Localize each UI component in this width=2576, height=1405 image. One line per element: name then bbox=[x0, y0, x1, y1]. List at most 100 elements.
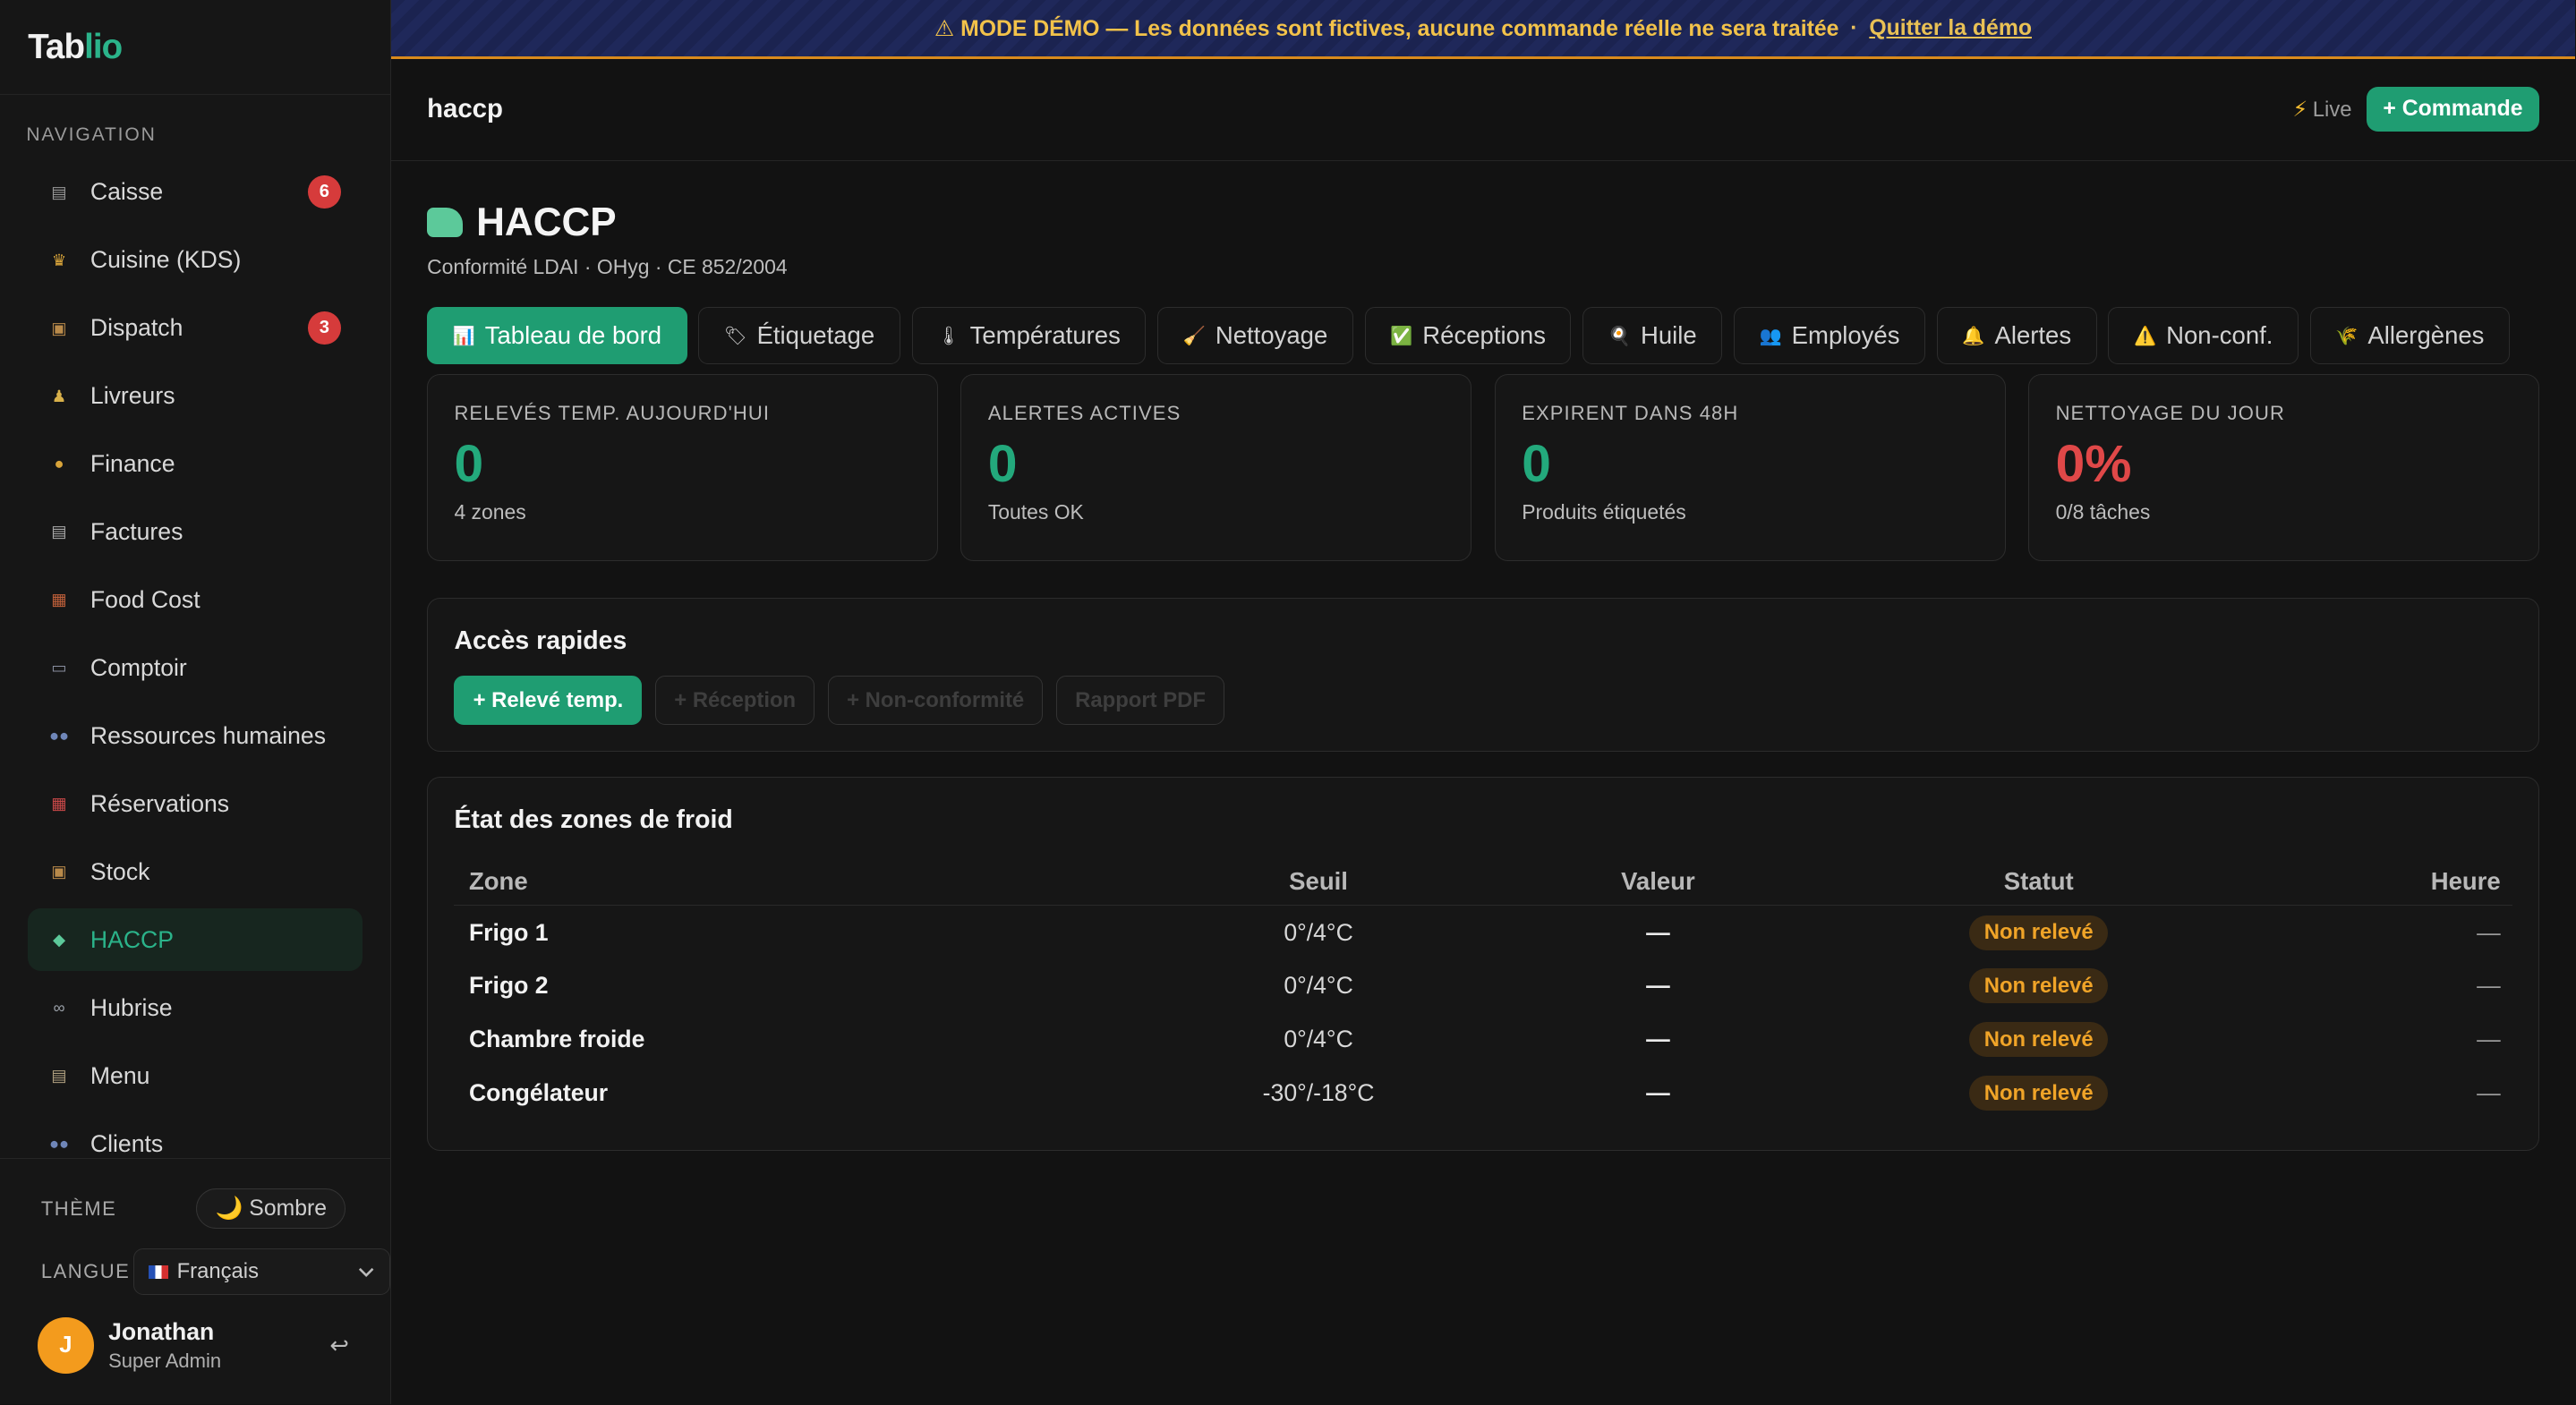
zone-time: — bbox=[2477, 1079, 2501, 1107]
zone-threshold: 0°/4°C bbox=[1284, 918, 1353, 946]
register-icon: ▤ bbox=[51, 182, 67, 201]
new-nonconformity-button[interactable]: + Non-conformité bbox=[827, 676, 1044, 726]
tab-allergenes[interactable]: 🌾 Allergènes bbox=[2309, 307, 2510, 365]
stat-value: 0 bbox=[987, 434, 1018, 493]
table-row: Frigo 2 0°/4°C — Non relevé — bbox=[454, 959, 2512, 1013]
avatar: J bbox=[38, 1317, 94, 1374]
zone-time: — bbox=[2477, 918, 2501, 946]
zone-threshold: 0°/4°C bbox=[1284, 1026, 1353, 1053]
sidebar-item-r-servations[interactable]: ▦ Réservations bbox=[28, 772, 362, 835]
clipboard-icon: ▤ bbox=[51, 1066, 67, 1086]
sidebar-item-stock[interactable]: ▣ Stock bbox=[28, 840, 362, 903]
tab-employes[interactable]: 👥 Employés bbox=[1734, 307, 1925, 365]
column-header-zone: Zone bbox=[454, 857, 1196, 907]
stats-cards: Relevés temp. aujourd'hui 0 4 zones Alertes… bbox=[427, 374, 2539, 562]
tab-icon: 📊 bbox=[452, 326, 475, 346]
tab-nettoyage[interactable]: 🧹 Nettoyage bbox=[1157, 307, 1353, 365]
tab-icon: 🏷 bbox=[723, 326, 747, 346]
banner-separator: · bbox=[1850, 15, 1858, 40]
sidebar-item-menu[interactable]: ▤ Menu bbox=[28, 1044, 362, 1107]
logo-main-text: Tab bbox=[28, 27, 85, 66]
zone-value: — bbox=[1646, 1026, 1670, 1053]
tab-huile[interactable]: 🍳 Huile bbox=[1582, 307, 1723, 365]
stat-subtext: 4 zones bbox=[454, 500, 526, 524]
language-select[interactable]: Français bbox=[132, 1248, 390, 1295]
sidebar-item-label: Comptoir bbox=[90, 653, 187, 681]
stat-value: 0 bbox=[454, 434, 484, 493]
zone-name: Frigo 2 bbox=[468, 972, 549, 1000]
zone-value: — bbox=[1646, 972, 1670, 1000]
quit-demo-link[interactable]: Quitter la démo bbox=[1869, 16, 2032, 41]
stat-card: Alertes actives 0 Toutes OK bbox=[960, 374, 1472, 562]
logo-accent-text: lio bbox=[84, 27, 123, 66]
tab-icon: 👥 bbox=[1759, 326, 1782, 346]
sidebar-item-ressources-humaines[interactable]: ●● Ressources humaines bbox=[28, 704, 362, 767]
stat-label: Alertes actives bbox=[987, 401, 1181, 424]
people-icon: ●● bbox=[48, 1134, 70, 1154]
sidebar-item-food-cost[interactable]: ▦ Food Cost bbox=[28, 569, 362, 632]
tab-label: Alertes bbox=[1994, 321, 2072, 350]
tab-label: Réceptions bbox=[1422, 321, 1546, 350]
tab-icon: 🍳 bbox=[1608, 326, 1631, 346]
table-header-row: Zone Seuil Valeur Statut Heure bbox=[454, 857, 2512, 907]
tab-alertes[interactable]: 🔔 Alertes bbox=[1936, 307, 2097, 365]
tab-receptions[interactable]: ✅ Réceptions bbox=[1364, 307, 1572, 365]
sidebar-item-factures[interactable]: ▤ Factures bbox=[28, 501, 362, 564]
table-row: Congélateur -30°/-18°C — Non relevé — bbox=[454, 1067, 2512, 1120]
chevron-down-icon bbox=[358, 1267, 374, 1277]
demo-banner-text: ⚠ MODE DÉMO — Les données sont fictives,… bbox=[934, 16, 1839, 41]
stat-subtext: 0/8 tâches bbox=[2055, 500, 2151, 524]
tab-label: Non-conf. bbox=[2166, 321, 2273, 350]
sidebar-item-comptoir[interactable]: ▭ Comptoir bbox=[28, 636, 362, 699]
sidebar-item-label: Factures bbox=[90, 517, 183, 545]
cold-zones-title: État des zones de froid bbox=[454, 805, 733, 834]
tab-non-conf[interactable]: ⚠️ Non-conf. bbox=[2108, 307, 2299, 365]
user-name: Jonathan bbox=[108, 1318, 215, 1346]
sidebar-item-caisse[interactable]: ▤ Caisse 6 bbox=[28, 161, 362, 224]
new-temperature-reading-button[interactable]: + Relevé temp. bbox=[454, 676, 643, 726]
tab-etiquetage[interactable]: 🏷 Étiquetage bbox=[698, 307, 900, 365]
page-slug: haccp bbox=[427, 94, 503, 124]
tab-icon: ⚠️ bbox=[2134, 326, 2157, 346]
live-indicator[interactable]: ⚡ Live bbox=[2293, 97, 2352, 123]
theme-label: THÈME bbox=[40, 1196, 117, 1220]
cold-zones-table: Zone Seuil Valeur Statut Heure Frigo 1 0°… bbox=[454, 857, 2512, 1120]
stat-card: Expirent dans 48h 0 Produits étiquetés bbox=[1494, 374, 2006, 562]
theme-toggle-button[interactable]: 🌙 Sombre bbox=[196, 1188, 346, 1230]
sidebar-item-label: Ressources humaines bbox=[90, 721, 327, 749]
logo[interactable]: Tablio bbox=[0, 0, 390, 96]
tab-temperatures[interactable]: 🌡 Températures bbox=[911, 307, 1147, 365]
sidebar-item-hubrise[interactable]: ∞ Hubrise bbox=[28, 976, 362, 1039]
stat-value: 0 bbox=[1522, 434, 1551, 493]
sidebar-item-label: Finance bbox=[90, 449, 175, 477]
sidebar-item-livreurs[interactable]: ♟ Livreurs bbox=[28, 365, 362, 428]
main-area: ⚠ MODE DÉMO — Les données sont fictives,… bbox=[390, 0, 2576, 1404]
sidebar-item-label: Clients bbox=[90, 1129, 164, 1157]
status-badge: Non relevé bbox=[1969, 915, 2109, 950]
sidebar-item-finance[interactable]: ● Finance bbox=[28, 433, 362, 496]
haccp-icon: ◆ bbox=[52, 930, 66, 949]
monitor-icon: ▭ bbox=[51, 658, 67, 677]
new-reception-button[interactable]: + Réception bbox=[655, 676, 815, 726]
haccp-tabs: 📊 Tableau de bord 🏷 Étiquetage 🌡 Températures… bbox=[427, 307, 2539, 365]
tab-label: Huile bbox=[1640, 321, 1697, 350]
logout-icon[interactable]: ↩ bbox=[329, 1333, 349, 1359]
sidebar-item-cuisine-kds[interactable]: ♛ Cuisine (KDS) bbox=[28, 229, 362, 292]
status-badge: Non relevé bbox=[1969, 968, 2109, 1004]
zone-threshold: -30°/-18°C bbox=[1262, 1079, 1375, 1107]
pdf-report-button[interactable]: Rapport PDF bbox=[1056, 676, 1225, 726]
sidebar-item-dispatch[interactable]: ▣ Dispatch 3 bbox=[28, 297, 362, 360]
tab-icon: ✅ bbox=[1390, 326, 1413, 346]
column-header-status: Statut bbox=[1873, 857, 2204, 907]
sidebar-item-haccp[interactable]: ◆ HACCP bbox=[28, 908, 363, 972]
column-header-threshold: Seuil bbox=[1195, 857, 1442, 907]
stat-label: Nettoyage du jour bbox=[2055, 401, 2285, 424]
quick-access-buttons: + Relevé temp. + Réception + Non-conformit… bbox=[454, 676, 2512, 726]
zone-name: Chambre froide bbox=[468, 1026, 645, 1053]
tab-tableau-de-bord[interactable]: 📊 Tableau de bord bbox=[427, 307, 687, 365]
user-role: Super Admin bbox=[108, 1349, 222, 1372]
sidebar-item-label: Réservations bbox=[90, 789, 230, 817]
user-profile[interactable]: J Jonathan Super Admin ↩ bbox=[0, 1295, 390, 1374]
french-flag-icon bbox=[149, 1265, 169, 1280]
new-command-button[interactable]: + Commande bbox=[2367, 87, 2539, 132]
